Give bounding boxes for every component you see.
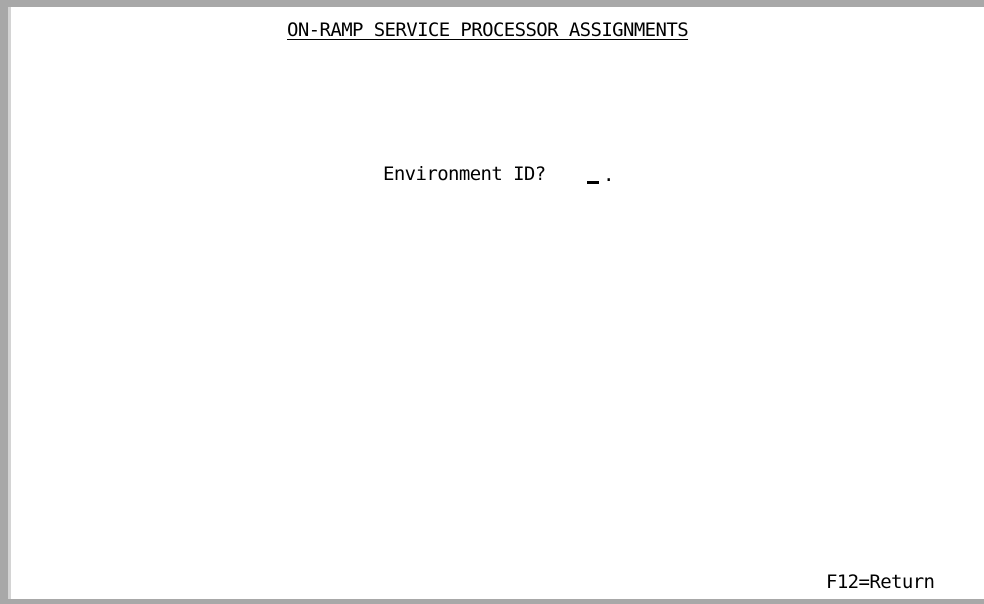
window-border-bottom — [0, 599, 984, 604]
terminal-window: ON-RAMP SERVICE PROCESSOR ASSIGNMENTS En… — [0, 0, 984, 604]
environment-id-input[interactable]: . — [587, 163, 623, 187]
window-border-top — [0, 0, 984, 7]
window-border-left — [0, 0, 8, 604]
field-terminator: . — [603, 164, 615, 186]
text-cursor — [587, 181, 599, 184]
f12-return-key[interactable]: F12=Return — [826, 571, 935, 593]
terminal-screen: ON-RAMP SERVICE PROCESSOR ASSIGNMENTS En… — [11, 7, 984, 599]
environment-id-label: Environment ID? — [383, 163, 546, 185]
page-title: ON-RAMP SERVICE PROCESSOR ASSIGNMENTS — [287, 19, 689, 41]
